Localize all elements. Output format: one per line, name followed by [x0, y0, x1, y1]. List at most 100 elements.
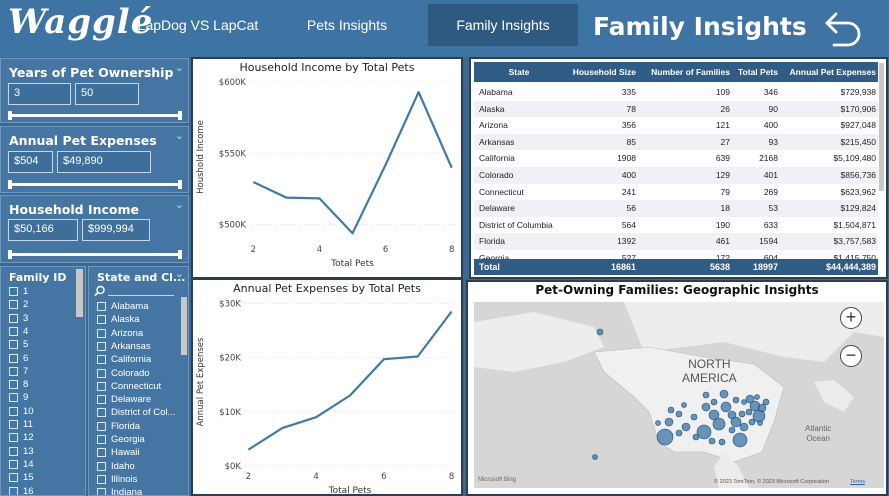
checkbox[interactable] [9, 313, 18, 323]
income-slider-max-handle[interactable] [178, 250, 182, 259]
family-id-item[interactable]: 1 [9, 285, 28, 298]
years-slider-track[interactable] [9, 114, 181, 117]
checkbox[interactable] [97, 341, 106, 351]
map-bubble[interactable] [718, 438, 726, 446]
map-bubble[interactable] [675, 410, 683, 418]
data-point[interactable] [417, 91, 420, 94]
income-slider-track[interactable] [9, 253, 181, 256]
expenses-max-input[interactable]: $49,890 [57, 151, 151, 173]
family-id-item[interactable]: 3 [9, 312, 28, 325]
checkbox[interactable] [9, 326, 18, 336]
table-scrollbar[interactable] [879, 63, 884, 191]
map-bubble[interactable] [757, 420, 763, 426]
map-terms-link[interactable]: Terms [850, 479, 865, 485]
data-point[interactable] [247, 448, 250, 451]
years-max-input[interactable]: 50 [75, 83, 139, 105]
checkbox[interactable] [9, 366, 18, 376]
data-point[interactable] [382, 358, 385, 361]
income-max-input[interactable]: $999,994 [82, 219, 150, 241]
checkbox[interactable] [97, 395, 106, 405]
family-id-item[interactable]: 15 [9, 471, 34, 484]
map-bubble[interactable] [754, 394, 760, 400]
map-bubble[interactable] [664, 417, 674, 427]
data-point[interactable] [348, 394, 351, 397]
family-id-item[interactable]: 5 [9, 338, 28, 351]
map-bubble[interactable] [728, 426, 736, 434]
checkbox[interactable] [97, 461, 106, 471]
data-point[interactable] [450, 310, 453, 313]
checkbox[interactable] [9, 393, 18, 403]
checkbox[interactable] [97, 328, 106, 338]
family-id-item[interactable]: 9 [9, 391, 28, 404]
column-header[interactable]: Annual Pet Expenses [784, 62, 876, 82]
state-item[interactable]: Colorado [97, 367, 150, 380]
column-header[interactable]: Household Size [566, 62, 636, 82]
checkbox[interactable] [9, 433, 18, 443]
expenses-min-input[interactable]: $504 [8, 151, 53, 173]
map-bubble[interactable] [655, 420, 661, 426]
data-point[interactable] [416, 355, 419, 358]
family-id-item[interactable]: 4 [9, 325, 28, 338]
income-min-input[interactable]: $50,166 [8, 219, 78, 241]
map-bubble[interactable] [702, 391, 710, 399]
checkbox[interactable] [9, 380, 18, 390]
state-search-input[interactable] [94, 284, 174, 297]
column-header[interactable]: State [479, 62, 559, 82]
checkbox[interactable] [97, 355, 106, 365]
checkbox[interactable] [9, 287, 18, 296]
chevron-down-icon[interactable]: ⌄ [175, 198, 184, 211]
family-id-scrollbar[interactable] [76, 269, 83, 317]
checkbox[interactable] [9, 353, 18, 363]
map-bubble[interactable] [748, 418, 756, 426]
checkbox[interactable] [9, 459, 18, 469]
checkbox[interactable] [9, 300, 18, 310]
map-bubble[interactable] [701, 402, 711, 412]
data-point[interactable] [351, 232, 354, 235]
checkbox[interactable] [97, 448, 106, 458]
family-id-item[interactable]: 2 [9, 298, 28, 311]
state-scrollbar[interactable] [181, 297, 187, 355]
map-bubble[interactable] [732, 432, 748, 448]
checkbox[interactable] [97, 474, 106, 484]
data-point[interactable] [285, 196, 288, 199]
income-slider-min-handle[interactable] [8, 250, 12, 259]
zoom-in-button[interactable]: + [840, 307, 862, 329]
column-header[interactable]: Total Pets [733, 62, 778, 82]
map-bubble[interactable] [710, 398, 718, 406]
map-bubble[interactable] [681, 422, 691, 432]
map-bubble[interactable] [592, 454, 598, 460]
map-bubble[interactable] [690, 413, 698, 421]
map-bubble[interactable] [681, 402, 687, 408]
state-item[interactable]: Idaho [97, 460, 135, 473]
series-line[interactable] [247, 310, 453, 451]
state-item[interactable]: California [97, 353, 151, 366]
family-id-item[interactable]: 16 [9, 485, 34, 495]
map-bubble[interactable] [675, 429, 683, 437]
map-bubble[interactable] [656, 428, 674, 446]
state-item[interactable]: Arizona [97, 327, 143, 340]
chevron-down-icon[interactable]: ⌄ [175, 129, 184, 142]
checkbox[interactable] [97, 408, 106, 418]
state-item[interactable]: Hawaii [97, 446, 140, 459]
map-bubble[interactable] [745, 408, 753, 416]
map-bubble[interactable] [739, 422, 749, 432]
state-item[interactable]: Delaware [97, 393, 151, 406]
data-point[interactable] [450, 166, 453, 169]
checkbox[interactable] [9, 420, 18, 429]
nav-pets-insights[interactable]: Pets Insights [290, 4, 404, 46]
checkbox[interactable] [97, 368, 106, 378]
family-id-item[interactable]: 6 [9, 352, 28, 365]
checkbox[interactable] [9, 486, 18, 495]
years-slider-max-handle[interactable] [178, 111, 182, 120]
years-slider-min-handle[interactable] [8, 111, 12, 120]
checkbox[interactable] [97, 302, 106, 311]
state-item[interactable]: Florida [97, 420, 140, 433]
family-id-item[interactable]: 10 [9, 405, 34, 418]
checkbox[interactable] [9, 473, 18, 483]
nav-lapdog-vs-lapcat[interactable]: LapDog VS LapCat [122, 4, 274, 46]
map-bubble[interactable] [712, 417, 726, 431]
checkbox[interactable] [97, 488, 106, 495]
map-bubble[interactable] [708, 437, 716, 445]
map-bubble[interactable] [738, 410, 746, 418]
map-bubble[interactable] [692, 433, 700, 441]
